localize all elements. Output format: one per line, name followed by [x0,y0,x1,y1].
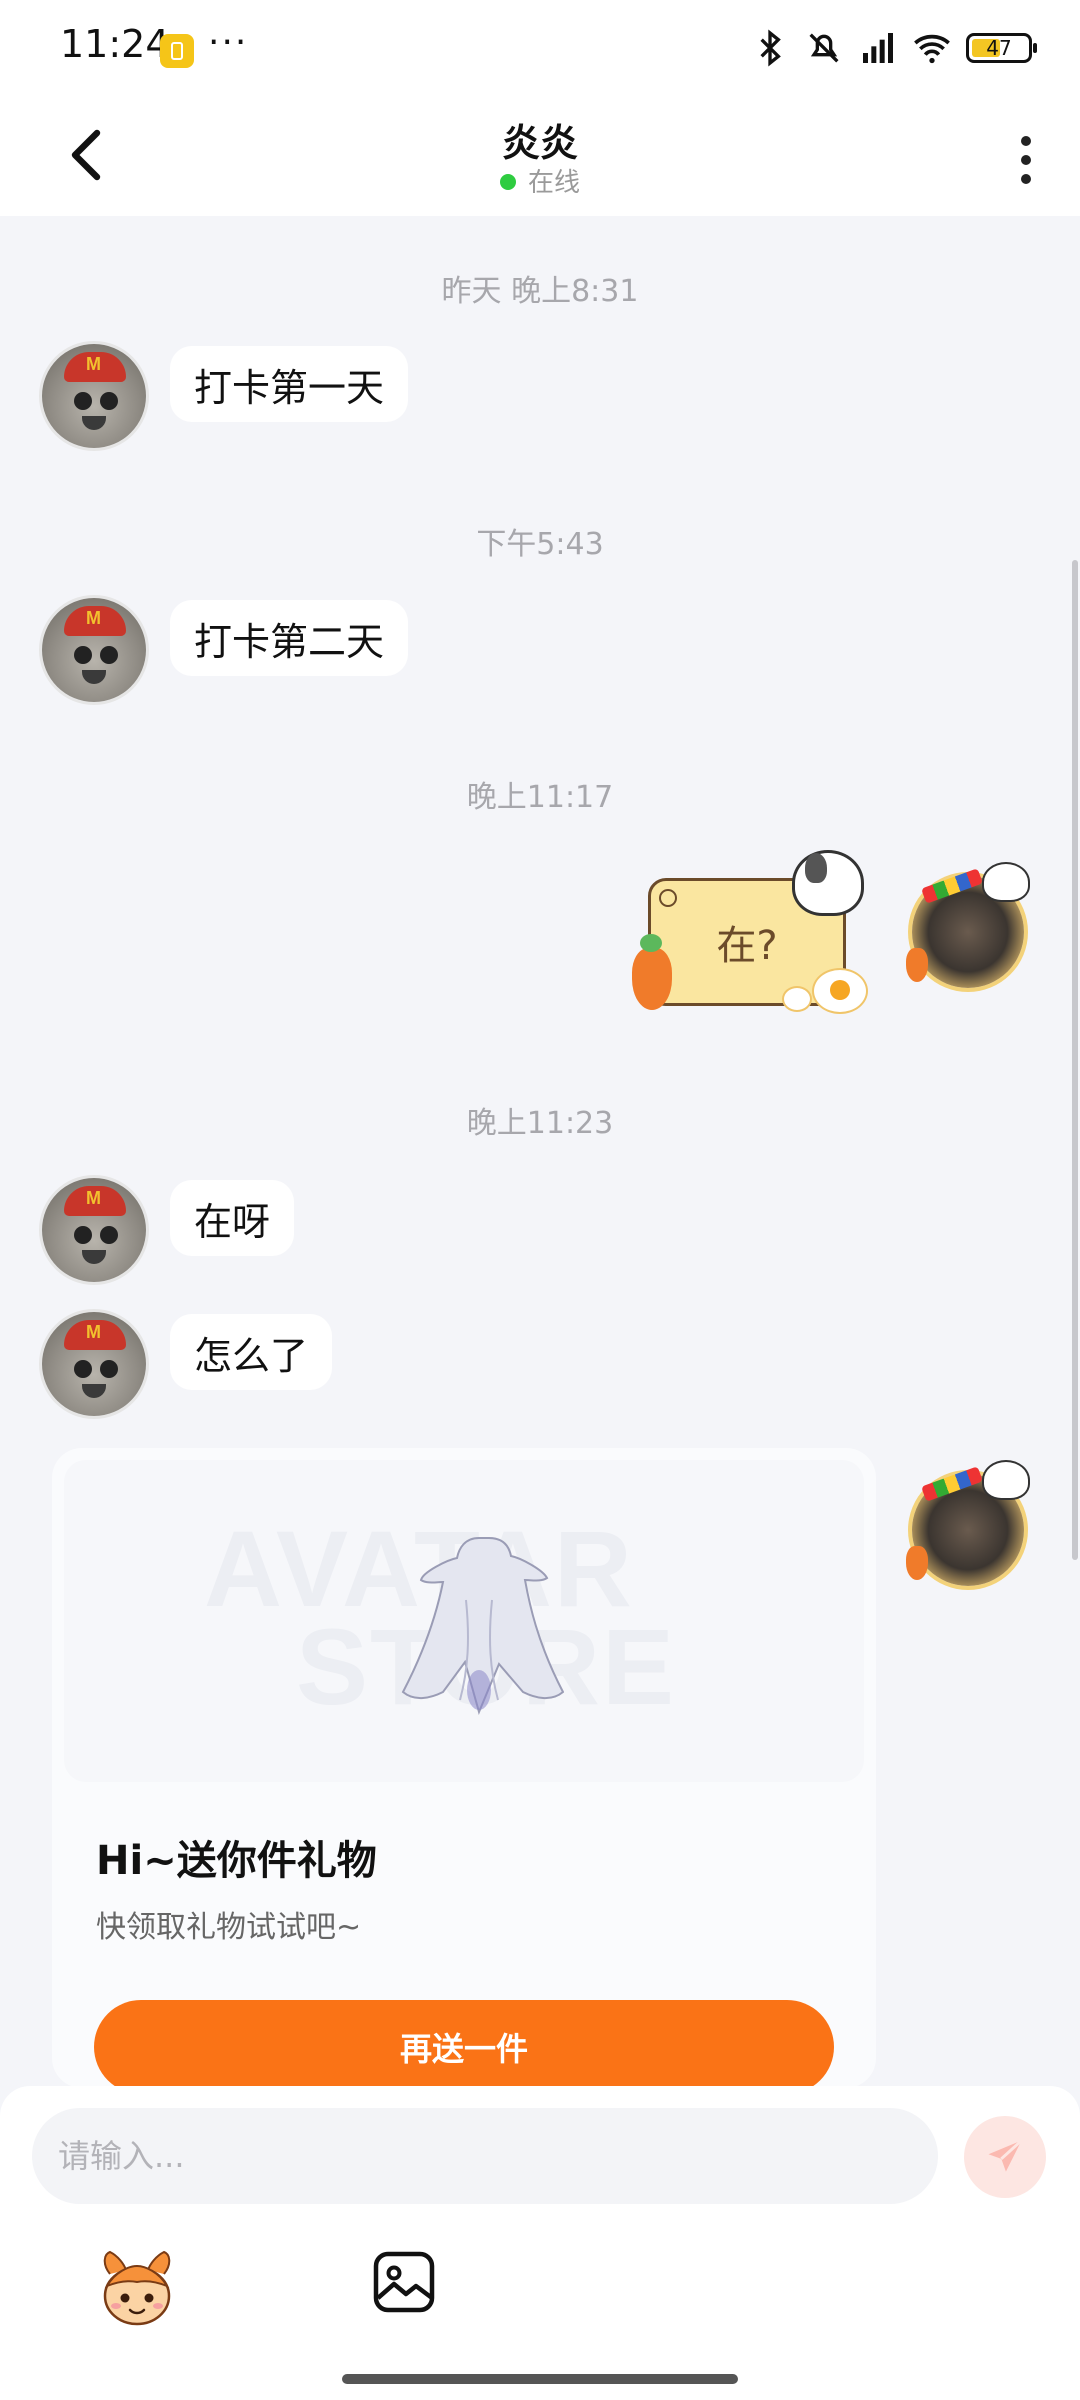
contact-avatar[interactable] [42,1312,146,1416]
online-dot [499,173,516,190]
egg-sticker-icon [782,986,812,1012]
more-icon-dot [1021,155,1031,165]
carrot-sticker-icon [632,934,672,1010]
contact-avatar[interactable] [42,1178,146,1282]
timestamp: 晚上11:17 [466,780,614,815]
cat-sticker-icon [792,850,864,916]
message-bubble[interactable]: 怎么了 [170,1314,333,1390]
message-bubble[interactable]: 打卡第二天 [170,600,409,676]
image-icon[interactable] [368,2246,440,2318]
bluetooth-icon [760,29,781,67]
gift-subtitle: 快领取礼物试试吧~ [96,1910,362,1945]
message-composer [0,2086,1080,2400]
contact-avatar[interactable] [42,344,146,448]
more-icon [1021,136,1031,146]
signal-icon [863,33,893,63]
my-avatar[interactable] [906,862,1030,988]
wifi-icon [914,34,950,64]
online-label: 在线 [527,168,580,198]
contact-avatar[interactable] [42,598,146,702]
mascot-icon[interactable] [92,2244,182,2334]
ghost-costume-icon [401,1537,564,1716]
scrollbar[interactable] [1072,560,1078,1560]
timestamp: 晚上11:23 [466,1106,614,1141]
send-button[interactable] [964,2116,1046,2198]
message-bubble[interactable]: 在呀 [170,1180,295,1256]
timestamp: 昨天 晚上8:31 [441,274,639,309]
mute-icon [809,33,839,63]
message-input[interactable] [32,2108,938,2204]
battery-icon: 47 [966,33,1037,63]
message-bubble[interactable]: 打卡第一天 [170,346,409,422]
home-indicator[interactable] [342,2374,738,2384]
chat-title: 炎炎 [501,121,578,165]
egg-sticker-icon [812,968,868,1014]
send-another-gift-button[interactable]: 再送一件 [94,2000,834,2094]
my-avatar[interactable] [906,1460,1030,1586]
gift-image[interactable]: AVATAR STORE [64,1460,864,1782]
app-notification-icon [160,34,194,68]
chat-header: 炎炎 在线 [0,96,1080,216]
status-time: 11:24 [60,22,170,66]
sticker-text: 在? [716,923,778,969]
gift-title: Hi~送你件礼物 [96,1838,377,1884]
more-button[interactable] [994,128,1058,192]
gift-card[interactable]: AVATAR STORE Hi~送你件礼物 快领取礼物试试吧~ 再送一件 [52,1448,876,2094]
online-status: 在线 [0,162,1080,199]
status-bar: 11:24 ··· 47 [0,0,1080,96]
timestamp: 下午5:43 [476,527,604,562]
send-icon [988,2139,1023,2172]
more-icon-dot [1021,174,1031,184]
status-icons: 47 [750,26,1037,70]
status-more-dots: ··· [208,22,249,63]
battery-level: 47 [986,36,1012,60]
